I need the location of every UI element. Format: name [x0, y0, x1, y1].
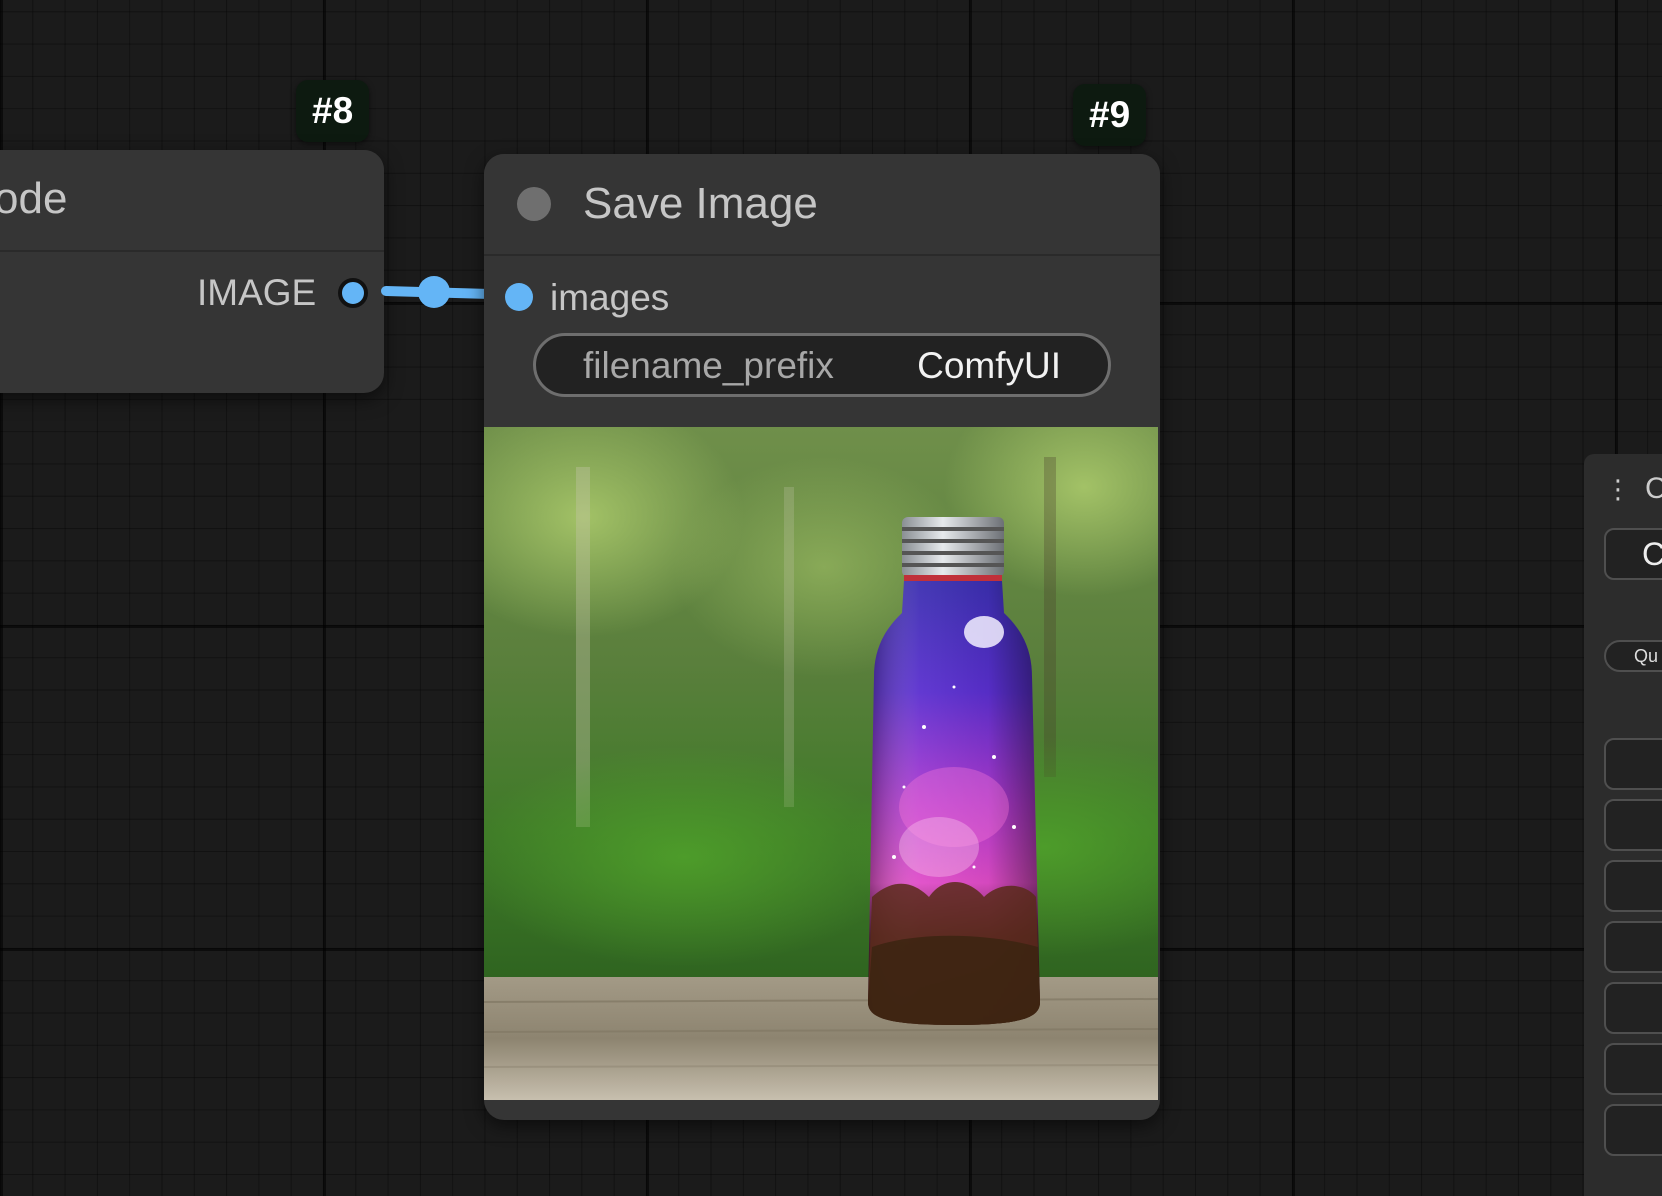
side-panel-title: C — [1645, 472, 1662, 505]
filename-prefix-value[interactable]: ComfyUI — [917, 345, 1061, 387]
side-panel-button-3[interactable] — [1604, 860, 1662, 912]
side-panel-button-7[interactable] — [1604, 1104, 1662, 1156]
filename-prefix-label: filename_prefix — [583, 345, 834, 386]
side-panel-button-1[interactable] — [1604, 738, 1662, 790]
image-output-label: IMAGE — [197, 272, 317, 313]
queue-toggle-label: Qu — [1634, 646, 1659, 666]
queue-toggle[interactable]: Qu — [1604, 640, 1662, 672]
images-input-slot[interactable] — [505, 283, 533, 311]
side-panel-primary-button[interactable]: C — [1604, 528, 1662, 580]
vertical-dots-icon[interactable]: ⋮ — [1605, 476, 1631, 502]
images-input-label: images — [550, 277, 670, 318]
graph-canvas[interactable]: #8 ode IMAGE #9 Save Image images filena… — [0, 0, 1662, 1196]
save-image-node-title: Save Image — [583, 179, 818, 228]
side-panel-primary-button-label: C — [1642, 536, 1662, 572]
side-panel-button-6[interactable] — [1604, 1043, 1662, 1095]
save-image-node-header[interactable]: Save Image — [484, 154, 1160, 256]
node-id-badge-8: #8 — [296, 80, 370, 142]
decode-node[interactable]: ode IMAGE — [0, 150, 384, 393]
filename-prefix-widget[interactable]: filename_prefix ComfyUI — [533, 333, 1111, 397]
image-preview[interactable] — [484, 427, 1158, 1100]
image-output-slot[interactable] — [338, 278, 368, 308]
decode-node-title: ode — [0, 174, 68, 223]
decode-node-header[interactable]: ode — [0, 150, 384, 252]
side-panel-button-4[interactable] — [1604, 921, 1662, 973]
node-status-dot[interactable] — [517, 187, 551, 221]
link-midpoint-handle — [418, 276, 450, 308]
side-panel-button-2[interactable] — [1604, 799, 1662, 851]
side-panel-button-5[interactable] — [1604, 982, 1662, 1034]
node-id-badge-9: #9 — [1073, 84, 1147, 146]
